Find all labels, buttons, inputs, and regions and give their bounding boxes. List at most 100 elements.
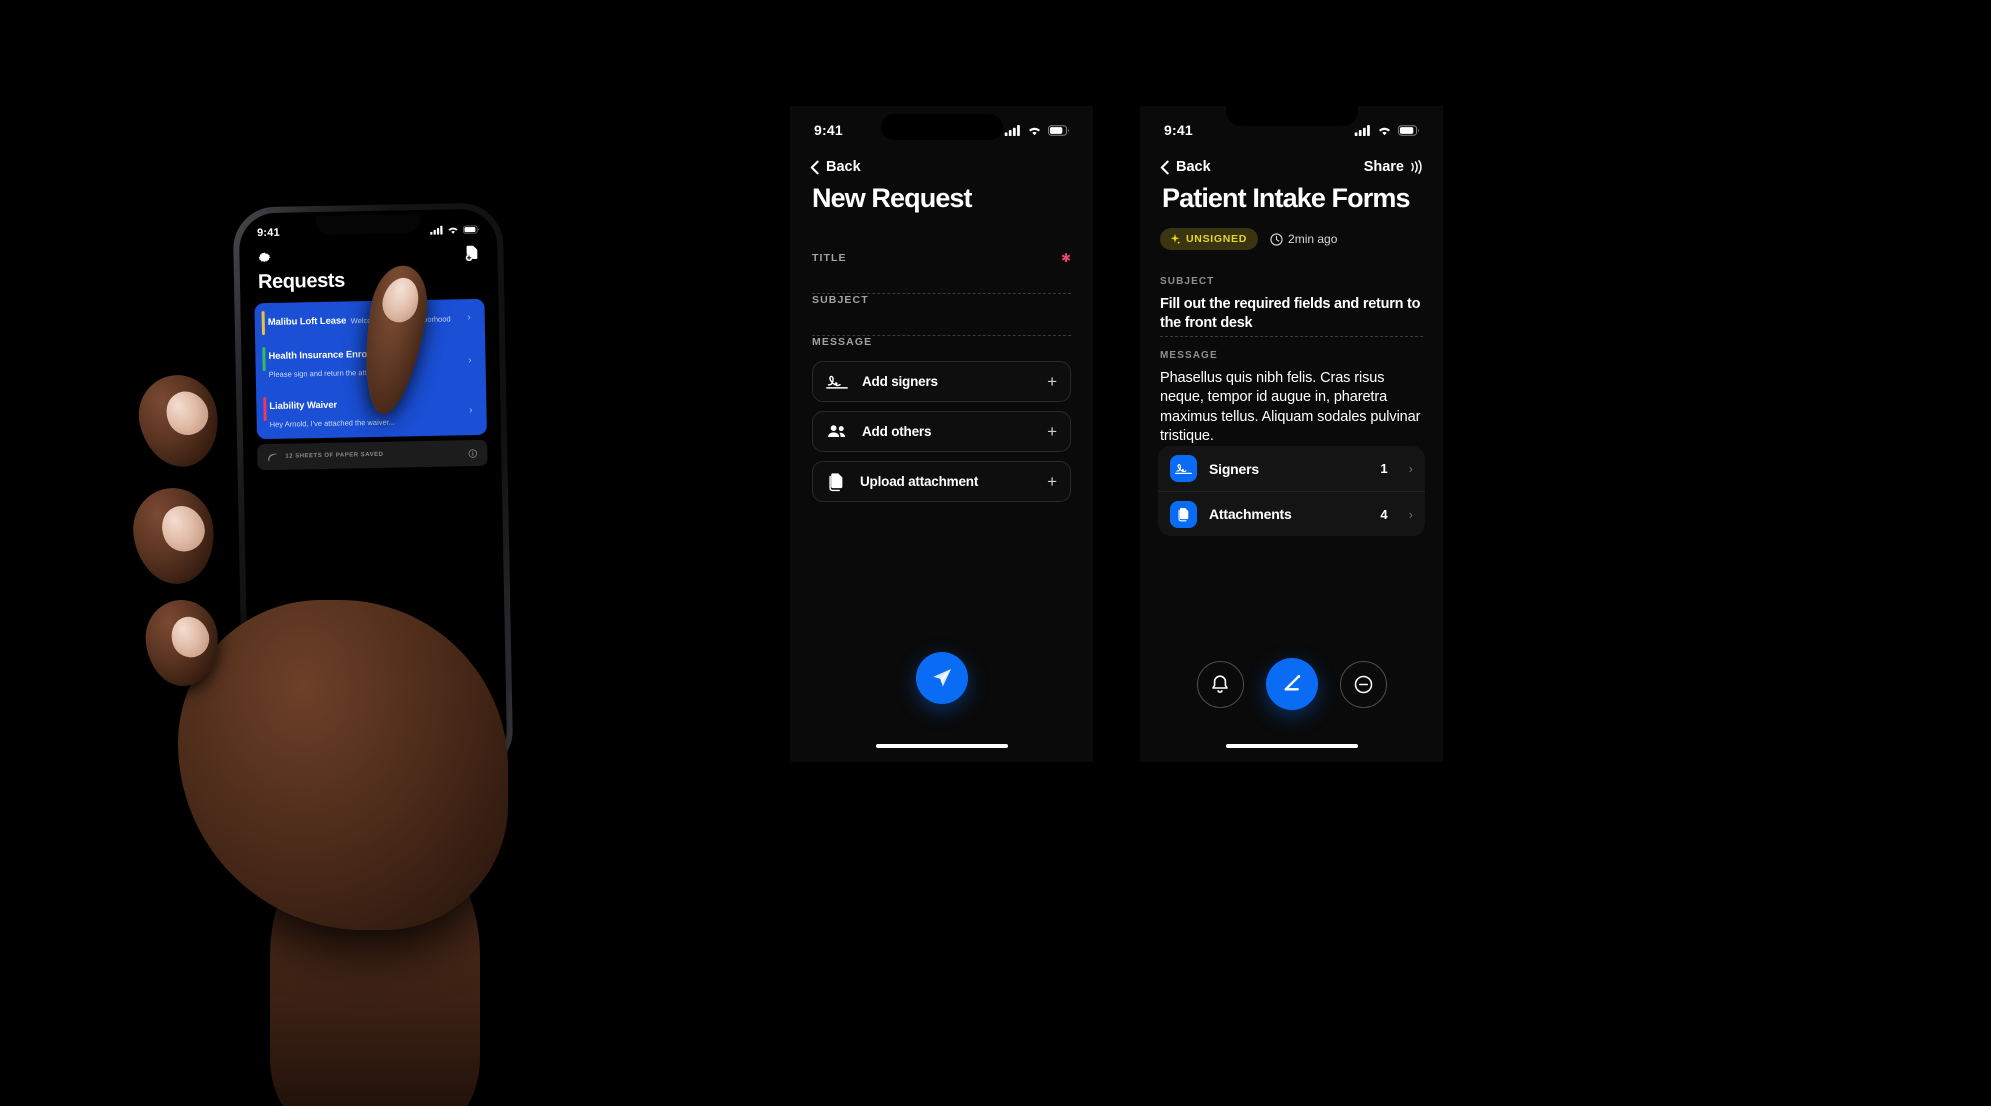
- remind-button[interactable]: [1196, 660, 1244, 708]
- share-button[interactable]: Share: [1364, 159, 1423, 175]
- void-button[interactable]: [1339, 660, 1387, 708]
- info-icon[interactable]: [468, 448, 478, 458]
- sign-button[interactable]: [1265, 658, 1318, 710]
- action-label: Add signers: [862, 374, 938, 389]
- accent-bar: [261, 311, 266, 336]
- subject-field[interactable]: SUBJECT: [812, 294, 1071, 336]
- status-badge: UNSIGNED: [1160, 228, 1259, 250]
- add-signers-button[interactable]: Add signers +: [812, 361, 1071, 402]
- signature-icon: [1170, 455, 1197, 482]
- message-body: Phasellus quis nibh felis. Cras risus ne…: [1160, 370, 1421, 444]
- action-list: Add signers + Add others + Upload attach…: [812, 361, 1071, 502]
- page-title: New Request: [812, 183, 973, 213]
- battery-icon: [1048, 124, 1069, 136]
- notch: [315, 214, 421, 236]
- field-label: TITLE: [812, 252, 847, 264]
- timestamp: 2min ago: [1270, 232, 1337, 246]
- status-time: 9:41: [256, 226, 280, 240]
- request-subtitle: Welcome to the neighborhood: [350, 314, 451, 326]
- request-subtitle: Please sign and return the attachme...: [268, 367, 396, 379]
- list-item[interactable]: Health Insurance Enrollment Please sign …: [255, 335, 486, 389]
- row-label: Attachments: [1209, 506, 1292, 522]
- back-button[interactable]: Back: [810, 159, 861, 175]
- send-button[interactable]: [915, 652, 968, 704]
- home-indicator: [1225, 744, 1358, 748]
- wifi-icon: [1379, 127, 1390, 135]
- message-label: MESSAGE: [1160, 350, 1218, 361]
- gear-icon[interactable]: [257, 249, 272, 264]
- clock-icon: [1270, 232, 1283, 246]
- cellular-icon: [1354, 124, 1370, 136]
- dynamic-island: [880, 114, 1003, 140]
- action-bar: [1140, 658, 1443, 710]
- wifi-icon: [1029, 127, 1040, 135]
- plus-icon[interactable]: +: [1047, 373, 1057, 390]
- sparkle-icon: [1170, 234, 1181, 245]
- leaf-icon: [268, 453, 278, 461]
- required-asterisk-icon: ✱: [1060, 251, 1071, 265]
- chevron-right-icon: ›: [1408, 506, 1413, 522]
- signature-icon: [826, 375, 848, 389]
- status-time: 9:41: [1164, 122, 1193, 138]
- fingernail: [154, 499, 212, 559]
- details-card: Signers 1 › Attachments 4 ›: [1158, 446, 1425, 536]
- accent-bar: [263, 397, 267, 422]
- documents-icon: [829, 472, 843, 491]
- status-icons: [430, 224, 479, 235]
- page-title: Patient Intake Forms: [1162, 183, 1410, 213]
- paper-saved-text: 12 SHEETS OF PAPER SAVED: [285, 451, 384, 460]
- documents-icon: [1170, 500, 1197, 528]
- people-icon: [828, 425, 846, 437]
- phone2-screen: 9:41 Back New Request TITLE ✱ SUBJECT ME…: [790, 106, 1093, 762]
- message-section: MESSAGE Phasellus quis nibh felis. Cras …: [1160, 350, 1423, 446]
- back-button[interactable]: Back: [1160, 159, 1211, 175]
- divider: [1160, 336, 1423, 337]
- subject-body: Fill out the required fields and return …: [1160, 296, 1421, 332]
- request-name: Health Insurance Enrollment: [268, 348, 395, 362]
- home-indicator: [332, 753, 425, 759]
- chevron-right-icon: ›: [467, 311, 471, 323]
- chevron-left-icon: [810, 160, 819, 174]
- cellular-icon: [1004, 124, 1020, 136]
- title-field[interactable]: TITLE ✱: [812, 252, 1071, 294]
- home-indicator: [875, 744, 1008, 748]
- badge-label: UNSIGNED: [1186, 233, 1248, 245]
- status-time: 9:41: [814, 122, 843, 138]
- list-item[interactable]: Liability Waiver Hey Arnold, I've attach…: [256, 385, 487, 439]
- phone3-screen: 9:41 Back Share Patient Intake Forms UNS…: [1140, 106, 1443, 762]
- plus-icon[interactable]: +: [1047, 473, 1057, 490]
- attachments-row[interactable]: Attachments 4 ›: [1158, 491, 1425, 536]
- plus-icon[interactable]: +: [1047, 423, 1057, 440]
- share-label: Share: [1363, 159, 1404, 175]
- request-name: Liability Waiver: [269, 399, 338, 412]
- broadcast-icon: [1411, 160, 1422, 174]
- chevron-right-icon: ›: [469, 404, 473, 416]
- subject-section: SUBJECT Fill out the required fields and…: [1160, 276, 1423, 334]
- cellular-icon: [430, 225, 443, 235]
- new-document-icon[interactable]: [464, 245, 479, 262]
- phone2-nav: Back: [790, 154, 1093, 180]
- status-icons: [1004, 124, 1069, 136]
- phone3-nav: Back Share: [1140, 154, 1443, 180]
- back-label: Back: [1176, 159, 1211, 175]
- add-others-button[interactable]: Add others +: [812, 411, 1071, 452]
- phone-in-hand: 9:41 Requests Malibu Loft Lease Welcome …: [232, 202, 514, 778]
- field-label: MESSAGE: [812, 336, 873, 348]
- battery-icon: [462, 224, 479, 234]
- paper-saved-banner: 12 SHEETS OF PAPER SAVED: [257, 439, 488, 471]
- fingernail: [158, 384, 216, 443]
- request-subtitle: Hey Arnold, I've attached the waiver...: [269, 417, 396, 429]
- bell-icon: [1212, 674, 1228, 693]
- battery-icon: [1398, 124, 1419, 136]
- row-label: Signers: [1209, 460, 1259, 477]
- finger: [131, 367, 227, 475]
- fingernail: [165, 611, 215, 664]
- list-item[interactable]: Malibu Loft Lease Welcome to the neighbo…: [254, 299, 485, 339]
- signers-row[interactable]: Signers 1 ›: [1158, 446, 1425, 491]
- row-count: 4: [1380, 506, 1388, 522]
- finger: [143, 597, 221, 689]
- requests-list: Malibu Loft Lease Welcome to the neighbo…: [254, 298, 487, 440]
- notch: [1225, 106, 1358, 126]
- upload-attachment-button[interactable]: Upload attachment +: [812, 461, 1071, 502]
- phone1-header: [239, 245, 497, 266]
